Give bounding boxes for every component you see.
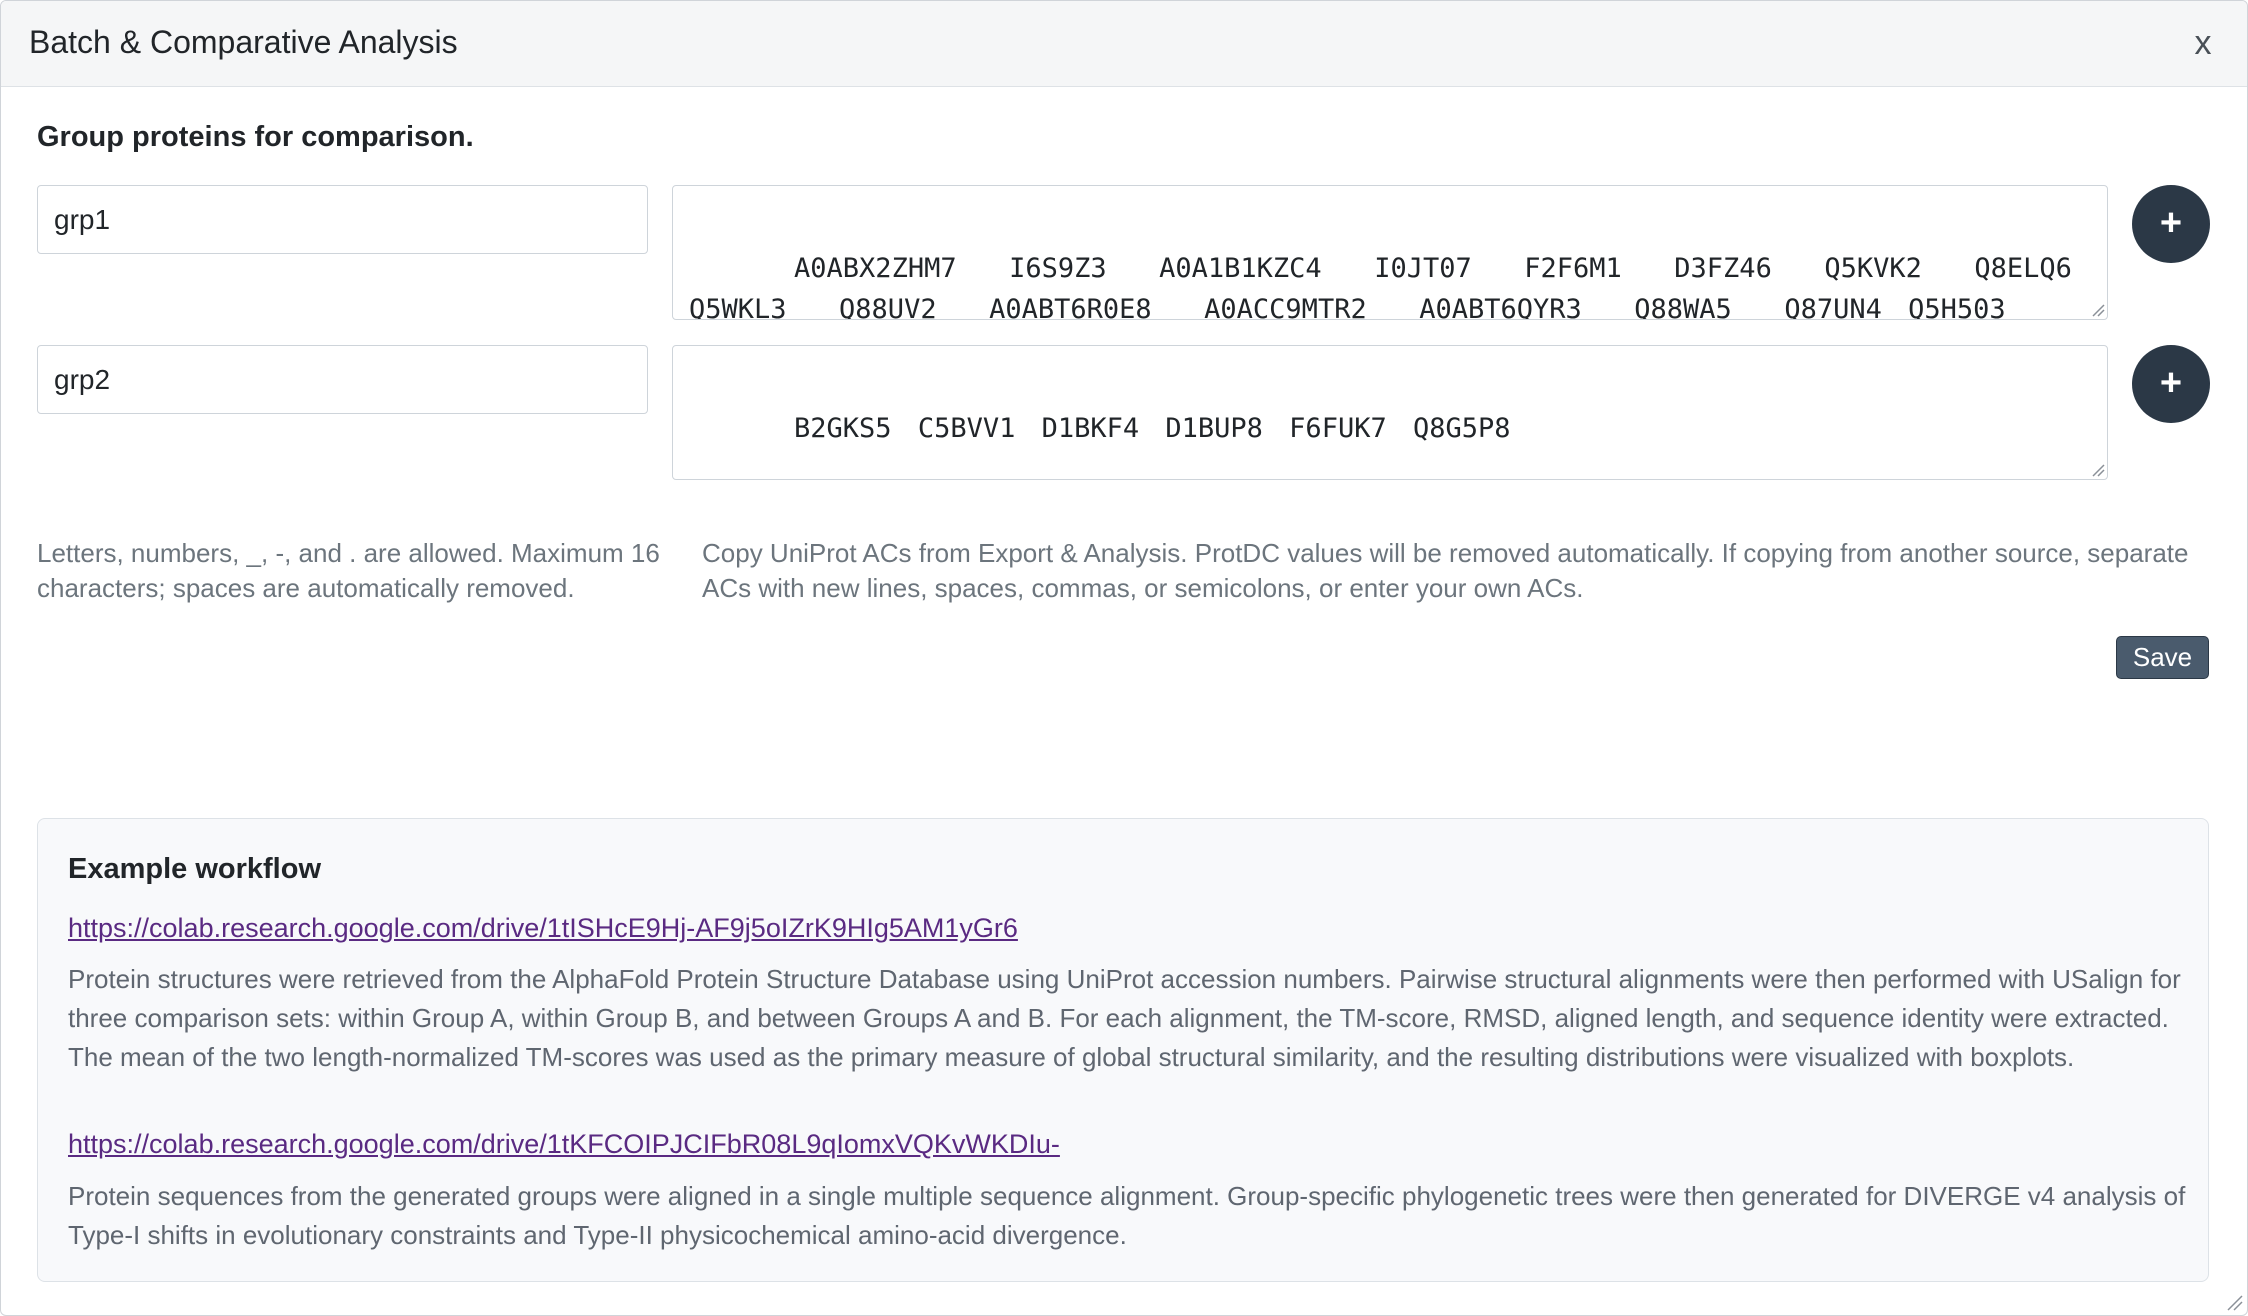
dialog-title: Batch & Comparative Analysis	[29, 24, 458, 60]
group-name-input-1[interactable]	[37, 185, 648, 254]
batch-analysis-dialog: Batch & Comparative Analysis x Group pro…	[0, 0, 2248, 1316]
accessions-textarea-1[interactable]: A0ABX2ZHM7 I6S9Z3 A0A1B1KZC4 I0JT07 F2F6…	[672, 185, 2108, 320]
accessions-text-2: B2GKS5 C5BVV1 D1BKF4 D1BUP8 F6FUK7 Q8G5P…	[794, 412, 1511, 444]
add-group-button-1[interactable]: +	[2132, 185, 2210, 263]
workflow-title: Example workflow	[68, 853, 322, 885]
workflow-description-sequence: Protein sequences from the generated gro…	[68, 1181, 2186, 1250]
workflow-description-structural: Protein structures were retrieved from t…	[68, 964, 2181, 1072]
save-button[interactable]: Save	[2116, 636, 2209, 679]
accessions-textarea-2[interactable]: B2GKS5 C5BVV1 D1BKF4 D1BUP8 F6FUK7 Q8G5P…	[672, 345, 2108, 480]
resize-grip-icon[interactable]	[2091, 303, 2105, 317]
workflow-link-sequence[interactable]: https://colab.research.google.com/drive/…	[68, 1129, 1060, 1160]
example-workflow-panel: Example workflow https://colab.research.…	[37, 818, 2209, 1282]
add-group-button-2[interactable]: +	[2132, 345, 2210, 423]
dialog-header: Batch & Comparative Analysis x	[1, 1, 2247, 87]
section-heading: Group proteins for comparison.	[37, 121, 474, 153]
workflow-link-structural[interactable]: https://colab.research.google.com/drive/…	[68, 913, 1018, 944]
accessions-text-1: A0ABX2ZHM7 I6S9Z3 A0A1B1KZC4 I0JT07 F2F6…	[689, 252, 2072, 320]
close-button[interactable]: x	[2185, 21, 2221, 65]
dialog-resize-icon[interactable]	[2225, 1293, 2243, 1311]
group-name-help: Letters, numbers, _, -, and . are allowe…	[37, 538, 660, 603]
resize-grip-icon[interactable]	[2091, 463, 2105, 477]
group-name-input-2[interactable]	[37, 345, 648, 414]
accessions-help: Copy UniProt ACs from Export & Analysis.…	[702, 538, 2189, 603]
